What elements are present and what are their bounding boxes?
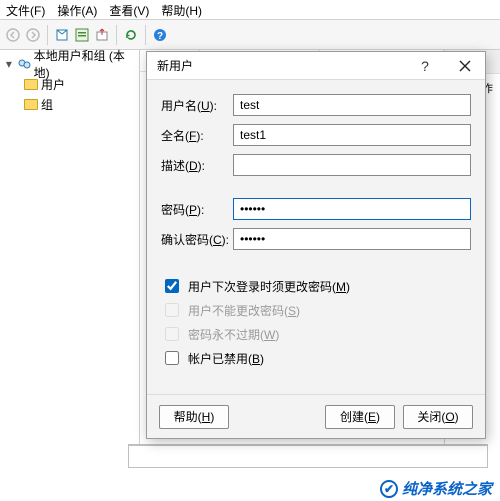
collapse-icon[interactable]: ▾ (4, 57, 14, 71)
forward-icon[interactable] (24, 26, 42, 44)
check-never-expire: 密码永不过期(W) (161, 324, 471, 344)
username-field[interactable] (233, 94, 471, 116)
dialog-titlebar: 新用户 ? (147, 52, 485, 80)
svg-text:?: ? (157, 31, 163, 42)
label-description: 描述(D): (161, 157, 233, 174)
label-confirm-password: 确认密码(C): (161, 231, 233, 248)
close-button[interactable]: 关闭(O) (403, 405, 473, 429)
tree-item-groups[interactable]: 组 (0, 94, 139, 114)
menu-bar: 文件(F) 操作(A) 查看(V) 帮助(H) (0, 0, 500, 20)
checkbox-never-expire (165, 327, 179, 341)
password-field[interactable] (233, 198, 471, 220)
new-icon[interactable] (53, 26, 71, 44)
background-window-frame (128, 444, 488, 468)
check-never-expire-label: 密码永不过期(W) (188, 326, 279, 343)
check-account-disabled[interactable]: 帐户已禁用(B) (161, 348, 471, 368)
label-password: 密码(P): (161, 201, 233, 218)
watermark: ✔ 纯净系统之家 (380, 478, 492, 499)
tree-groups-label: 组 (41, 96, 53, 113)
menu-help[interactable]: 帮助(H) (161, 2, 202, 19)
watermark-icon: ✔ (380, 480, 398, 498)
export-icon[interactable] (93, 26, 111, 44)
check-account-disabled-label: 帐户已禁用(B) (188, 350, 264, 367)
watermark-text: 纯净系统之家 (402, 478, 492, 499)
checkbox-account-disabled[interactable] (165, 351, 179, 365)
menu-file[interactable]: 文件(F) (6, 2, 45, 19)
help-icon[interactable]: ? (151, 26, 169, 44)
users-groups-icon (17, 57, 31, 71)
tree-pane: ▾ 本地用户和组 (本地) 用户 组 (0, 50, 140, 455)
checkbox-must-change[interactable] (165, 279, 179, 293)
tree-root[interactable]: ▾ 本地用户和组 (本地) (0, 54, 139, 74)
close-icon (459, 60, 471, 72)
tree-users-label: 用户 (41, 76, 65, 93)
check-must-change[interactable]: 用户下次登录时须更改密码(M) (161, 276, 471, 296)
dialog-close-button[interactable] (445, 52, 485, 80)
description-field[interactable] (233, 154, 471, 176)
toolbar: ? (0, 20, 500, 50)
fullname-field[interactable] (233, 124, 471, 146)
new-user-dialog: 新用户 ? 用户名(U): 全名(F): 描述(D): 密码(P): 确认密码(… (146, 51, 486, 439)
folder-icon (24, 99, 38, 110)
confirm-password-field[interactable] (233, 228, 471, 250)
label-username: 用户名(U): (161, 97, 233, 114)
refresh-icon[interactable] (122, 26, 140, 44)
dialog-body: 用户名(U): 全名(F): 描述(D): 密码(P): 确认密码(C): 用户… (147, 80, 485, 368)
dialog-footer: 帮助(H) 创建(E) 关闭(O) (147, 394, 485, 438)
help-button[interactable]: 帮助(H) (159, 405, 229, 429)
dialog-help-button[interactable]: ? (405, 52, 445, 80)
checkbox-cannot-change (165, 303, 179, 317)
menu-view[interactable]: 查看(V) (109, 2, 149, 19)
create-button[interactable]: 创建(E) (325, 405, 395, 429)
folder-icon (24, 79, 38, 90)
check-cannot-change: 用户不能更改密码(S) (161, 300, 471, 320)
properties-icon[interactable] (73, 26, 91, 44)
check-cannot-change-label: 用户不能更改密码(S) (188, 302, 300, 319)
back-icon[interactable] (4, 26, 22, 44)
menu-action[interactable]: 操作(A) (57, 2, 97, 19)
check-must-change-label: 用户下次登录时须更改密码(M) (188, 278, 350, 295)
label-fullname: 全名(F): (161, 127, 233, 144)
dialog-title: 新用户 (157, 57, 193, 74)
